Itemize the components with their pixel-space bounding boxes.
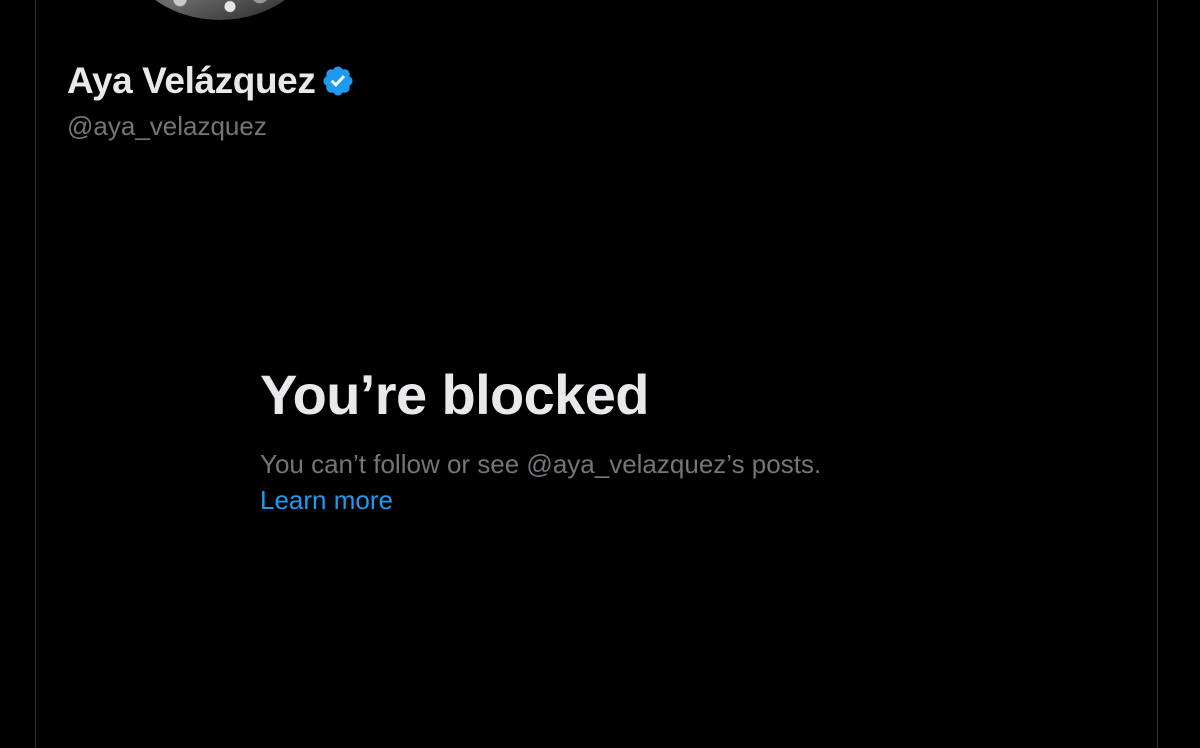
learn-more-link[interactable]: Learn more [260,482,393,518]
blocked-notice: You’re blocked You can’t follow or see @… [260,362,960,518]
profile-display-name: Aya Velázquez [67,60,316,101]
blocked-title: You’re blocked [260,363,649,426]
profile-handle: @aya_velazquez [67,111,267,141]
profile-name-row: Aya Velázquez [67,58,355,104]
blocked-description: You can’t follow or see @aya_velazquez’s… [260,449,822,479]
profile-column: Aya Velázquez @aya_velazquez You’re bloc… [35,0,1158,748]
verified-badge-icon[interactable] [321,64,355,98]
avatar[interactable] [120,0,320,20]
